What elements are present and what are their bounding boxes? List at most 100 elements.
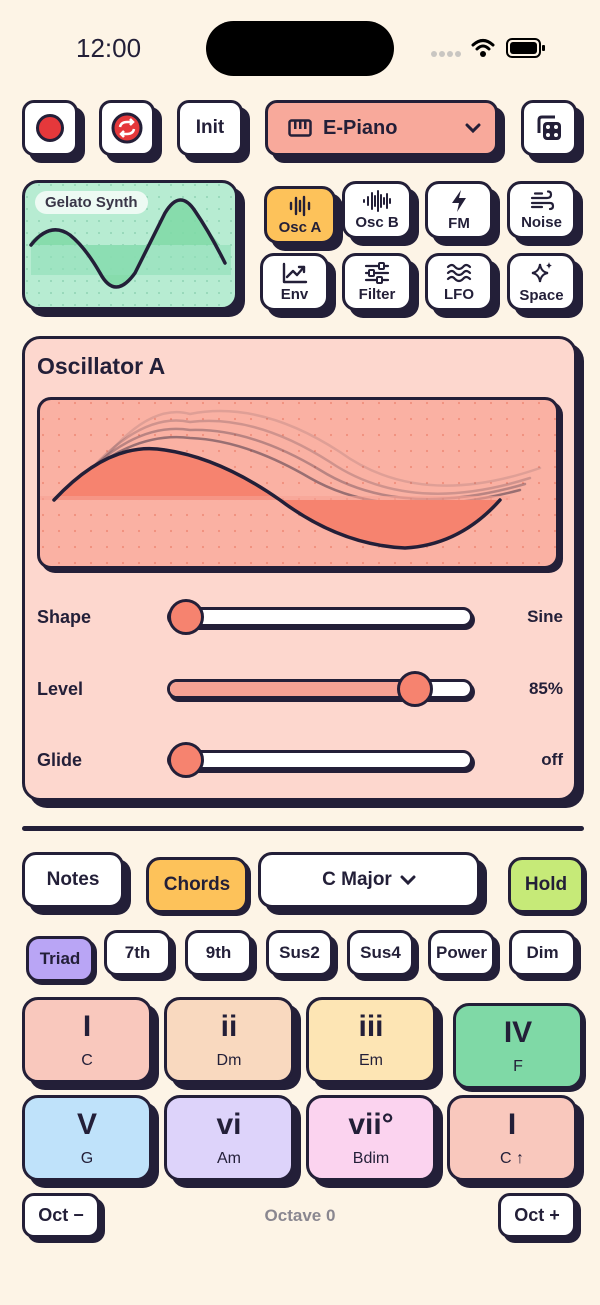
pad-chord: C ↑ — [500, 1150, 524, 1167]
wifi-icon — [471, 39, 495, 57]
level-fill — [170, 682, 410, 696]
pad-numeral: I — [82, 1010, 92, 1043]
chord-pad[interactable]: vi Am — [164, 1095, 294, 1181]
tab-label: Noise — [521, 213, 562, 231]
tab-label: FM — [448, 214, 470, 232]
waves-icon — [446, 263, 472, 282]
hold-button[interactable]: Hold — [508, 857, 584, 913]
shape-slider[interactable] — [167, 599, 473, 635]
level-value: 85% — [528, 679, 563, 698]
chord-pad[interactable]: iii Em — [306, 997, 436, 1083]
tab-fm[interactable]: FM — [425, 181, 493, 239]
pad-chord: G — [80, 1150, 94, 1167]
glide-knob[interactable] — [168, 742, 204, 778]
waveform-preview: Gelato Synth — [22, 180, 238, 310]
tab-env[interactable]: Env — [260, 253, 329, 311]
waveform-icon — [289, 195, 311, 216]
notes-mode-button[interactable]: Notes — [22, 852, 124, 908]
chart-line-icon — [282, 262, 307, 283]
tab-label: Space — [519, 286, 564, 304]
tab-label: Osc B — [355, 213, 399, 231]
record-button[interactable] — [22, 100, 78, 156]
level-knob[interactable] — [397, 671, 433, 707]
pad-numeral: V — [76, 1108, 97, 1141]
loop-button[interactable] — [99, 100, 155, 156]
section-divider — [22, 826, 584, 831]
record-icon — [36, 114, 64, 142]
chord-pad[interactable]: V G — [22, 1095, 152, 1181]
shape-value: Sine — [527, 607, 563, 626]
glide-label: Glide — [37, 750, 83, 770]
oscillator-panel: Oscillator A Shape Sine Level 85% Glide — [22, 336, 577, 801]
pad-numeral: vi — [216, 1108, 242, 1141]
chords-mode-button[interactable]: Chords — [146, 857, 248, 913]
sliders-icon — [364, 261, 390, 284]
level-slider[interactable] — [167, 671, 473, 707]
scale-label: C Major — [322, 869, 392, 890]
shape-knob[interactable] — [168, 599, 204, 635]
panel-title: Oscillator A — [37, 353, 166, 379]
chevron-down-icon — [400, 875, 416, 886]
chord-type-9th[interactable]: 9th — [185, 930, 252, 976]
piano-keys-icon — [288, 119, 312, 137]
chord-type-power[interactable]: Power — [428, 930, 495, 976]
chord-type-triad[interactable]: Triad — [26, 936, 94, 982]
pad-chord: Bdim — [352, 1150, 390, 1167]
tab-label: LFO — [444, 285, 474, 303]
octave-up-button[interactable]: Oct + — [498, 1193, 576, 1238]
level-label: Level — [37, 679, 84, 699]
chevron-down-icon — [465, 123, 481, 134]
chord-type-dim[interactable]: Dim — [509, 930, 576, 976]
tab-osc-a[interactable]: Osc A — [264, 186, 336, 244]
glide-value: off — [541, 750, 563, 769]
dice-icon — [537, 115, 561, 140]
pad-numeral: iii — [358, 1010, 384, 1043]
pad-numeral: ii — [220, 1010, 238, 1043]
chord-pad[interactable]: vii° Bdim — [306, 1095, 436, 1181]
chord-type-sus4[interactable]: Sus4 — [347, 930, 414, 976]
glide-slider[interactable] — [167, 742, 473, 778]
scale-dropdown[interactable]: C Major — [258, 852, 480, 908]
waveform-display — [37, 397, 559, 569]
chord-pad[interactable]: ii Dm — [164, 997, 294, 1083]
octave-down-button[interactable]: Oct − — [22, 1193, 100, 1238]
tab-label: Env — [280, 285, 309, 303]
preset-dropdown[interactable]: E-Piano — [265, 100, 498, 156]
pad-chord: Dm — [216, 1052, 242, 1069]
shape-label: Shape — [37, 607, 92, 627]
pad-chord: F — [513, 1058, 523, 1075]
tab-label: Osc A — [278, 218, 322, 236]
chord-pad[interactable]: I C ↑ — [447, 1095, 577, 1181]
chord-pad[interactable]: I C — [22, 997, 152, 1083]
tab-filter[interactable]: Filter — [342, 253, 412, 311]
sparkles-icon — [531, 261, 552, 282]
randomize-button[interactable] — [521, 100, 577, 156]
tab-lfo[interactable]: LFO — [425, 253, 493, 311]
wind-icon — [530, 189, 554, 210]
dynamic-island — [206, 21, 394, 76]
lightning-icon — [452, 189, 466, 212]
tab-osc-b[interactable]: Osc B — [342, 181, 412, 239]
pad-numeral: vii° — [348, 1108, 394, 1141]
tab-noise[interactable]: Noise — [507, 181, 576, 239]
oscillator-wave — [40, 400, 556, 566]
status-time: 12:00 — [76, 33, 142, 63]
octave-label: Octave 0 — [264, 1206, 336, 1225]
tab-space[interactable]: Space — [507, 253, 576, 311]
signal-dots-icon — [431, 51, 461, 57]
preview-title: Gelato Synth — [35, 191, 148, 214]
pad-chord: Em — [359, 1052, 383, 1069]
tab-label: Filter — [358, 285, 396, 303]
battery-icon — [506, 38, 545, 58]
pad-chord: Am — [217, 1150, 241, 1167]
pad-chord: C — [81, 1052, 93, 1069]
preset-name: E-Piano — [323, 116, 398, 139]
chord-type-sus2[interactable]: Sus2 — [266, 930, 333, 976]
init-button[interactable]: Init — [177, 100, 243, 156]
chord-pad[interactable]: IV F — [453, 1003, 583, 1089]
pad-numeral: I — [507, 1108, 517, 1141]
chord-type-7th[interactable]: 7th — [104, 930, 171, 976]
pad-numeral: IV — [503, 1016, 533, 1049]
waveform-dense-icon — [363, 189, 391, 212]
loop-icon — [111, 112, 143, 144]
